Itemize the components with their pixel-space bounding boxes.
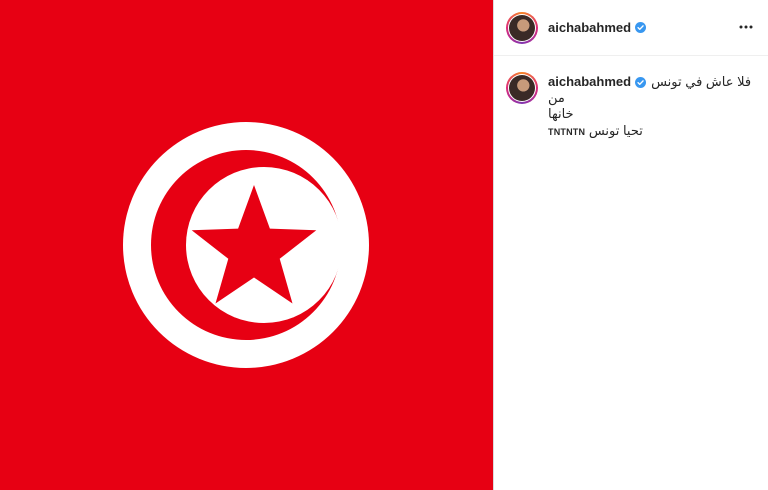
post-image[interactable]	[0, 0, 493, 490]
caption-username[interactable]: aichabahmed	[548, 74, 631, 89]
verified-badge-icon	[635, 22, 647, 33]
author-username[interactable]: aichabahmed	[548, 20, 631, 35]
caption-text-line2: خانها	[548, 106, 574, 121]
post-caption: aichabahmed فلا عاش في تونس من خانها TNT…	[494, 56, 768, 140]
tunisia-flag-image	[0, 0, 493, 490]
post-modal: aichabahmed aichabahmed فلا عاش في تونس …	[0, 0, 768, 490]
caption-body: aichabahmed فلا عاش في تونس من خانها TNT…	[548, 74, 756, 140]
more-horizontal-icon	[739, 25, 753, 29]
avatar-photo	[509, 75, 535, 101]
caption-text-line3: TNTNTN تحيا تونس	[548, 123, 756, 140]
caption-hashtag[interactable]: TNTNTN	[548, 127, 585, 137]
caption-text-line3-main: تحيا تونس	[588, 123, 643, 138]
avatar-photo	[509, 14, 535, 41]
post-header: aichabahmed	[494, 0, 768, 56]
caption-author-avatar[interactable]	[506, 72, 538, 104]
more-options-button[interactable]	[736, 17, 756, 37]
post-side-panel: aichabahmed aichabahmed فلا عاش في تونس …	[493, 0, 768, 490]
author-avatar[interactable]	[506, 11, 538, 44]
verified-badge-icon	[635, 77, 647, 89]
